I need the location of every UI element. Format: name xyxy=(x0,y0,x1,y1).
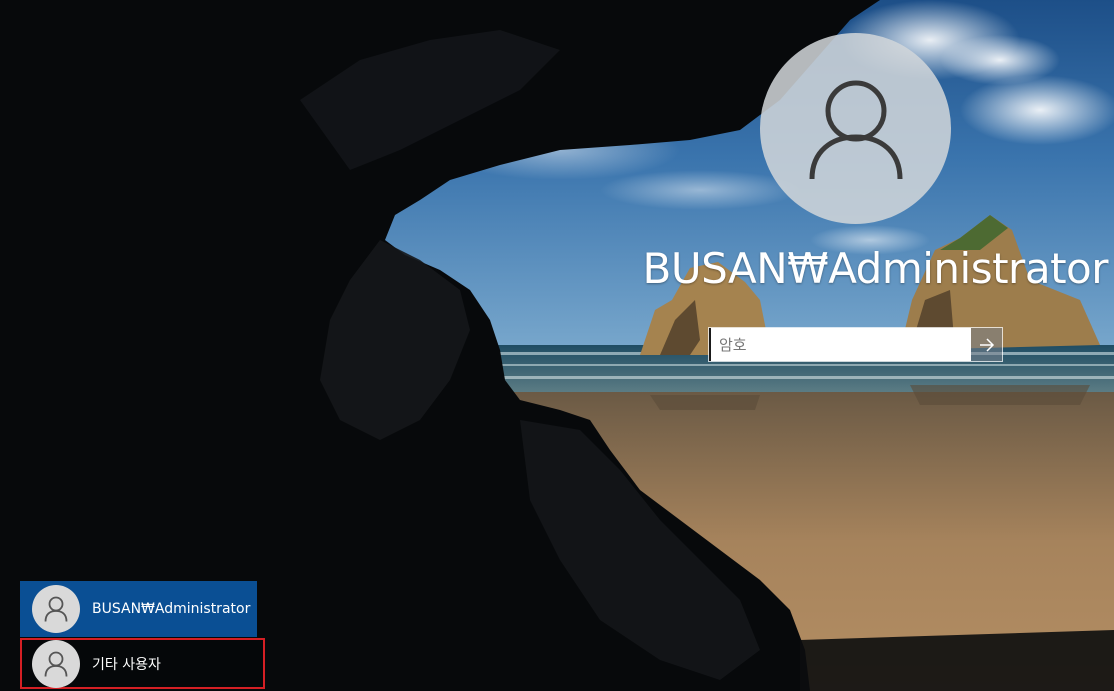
user-tile-other-user[interactable]: 기타 사용자 xyxy=(20,638,265,689)
password-input[interactable] xyxy=(709,328,971,361)
user-tile-administrator[interactable]: BUSAN₩Administrator xyxy=(20,581,257,637)
account-name: BUSAN₩Administrator xyxy=(642,244,1109,293)
arrow-right-icon xyxy=(979,337,994,352)
user-icon xyxy=(809,80,902,179)
user-icon xyxy=(44,596,68,622)
lock-screen: BUSAN₩Administrator BUSAN₩Administrator … xyxy=(0,0,1114,691)
tile-avatar xyxy=(32,585,80,633)
submit-button[interactable] xyxy=(971,328,1002,361)
user-tile-label: BUSAN₩Administrator xyxy=(92,601,251,617)
password-box xyxy=(708,327,1003,362)
tile-avatar xyxy=(32,639,80,688)
user-icon xyxy=(44,651,68,677)
user-tile-label: 기타 사용자 xyxy=(92,656,161,673)
user-avatar xyxy=(760,33,951,224)
